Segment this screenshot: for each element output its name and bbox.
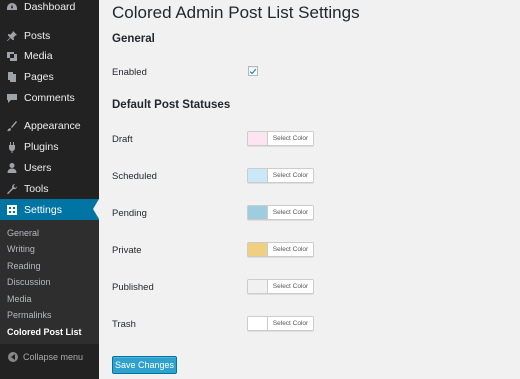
sidebar-item-label: Media [24,50,53,62]
status-label-scheduled: Scheduled [112,171,157,182]
settings-submenu: General Writing Reading Discussion Media… [0,220,99,344]
settings-page: Colored Admin Post List Settings General… [99,0,520,379]
select-color-button[interactable]: Select Color [268,317,313,330]
color-swatch[interactable] [248,206,268,219]
pages-icon [6,71,18,83]
status-label-draft: Draft [112,134,133,145]
sidebar-item-label: Tools [24,183,49,195]
submenu-item-general[interactable]: General [7,228,39,238]
sidebar-item-users[interactable]: Users [0,158,99,178]
user-icon [6,162,18,174]
color-swatch[interactable] [248,243,268,256]
sidebar-item-dashboard[interactable]: Dashboard [0,0,99,17]
sidebar-item-label: Users [24,162,52,174]
color-picker-scheduled[interactable]: Select Color [247,168,314,183]
plug-icon [6,141,18,153]
page-title: Colored Admin Post List Settings [112,3,360,22]
select-color-button[interactable]: Select Color [268,206,313,219]
general-section-title: General [112,33,155,45]
save-changes-button[interactable]: Save Changes [112,356,177,374]
color-picker-trash[interactable]: Select Color [247,316,314,331]
sidebar-item-pages[interactable]: Pages [0,67,99,87]
status-label-trash: Trash [112,319,136,330]
settings-icon [6,204,18,216]
status-label-private: Private [112,245,142,256]
dashboard-icon [6,1,18,13]
submenu-item-colored-post-list[interactable]: Colored Post List [7,327,82,337]
collapse-menu-button[interactable]: Collapse menu [0,349,99,365]
pin-icon [6,30,18,42]
color-picker-pending[interactable]: Select Color [247,205,314,220]
sidebar-item-label: Comments [24,92,75,104]
submenu-item-permalinks[interactable]: Permalinks [7,310,52,320]
select-color-button[interactable]: Select Color [268,280,313,293]
admin-sidebar: Dashboard Posts Media Pages Comments App… [0,0,99,379]
submenu-item-discussion[interactable]: Discussion [7,277,51,287]
sidebar-item-label: Settings [24,203,62,216]
sidebar-item-label: Plugins [24,141,59,153]
color-picker-private[interactable]: Select Color [247,242,314,257]
checkmark-icon [249,68,257,74]
select-color-button[interactable]: Select Color [268,132,313,145]
collapse-menu-label: Collapse menu [23,352,84,362]
media-icon [6,50,18,62]
sidebar-item-appearance[interactable]: Appearance [0,116,99,136]
status-label-published: Published [112,282,154,293]
submenu-item-media[interactable]: Media [7,294,32,304]
color-picker-published[interactable]: Select Color [247,279,314,294]
sidebar-item-label: Posts [24,30,51,42]
comment-icon [6,92,18,104]
sidebar-item-label: Appearance [24,120,81,132]
select-color-button[interactable]: Select Color [268,243,313,256]
sidebar-item-comments[interactable]: Comments [0,88,99,108]
select-color-button[interactable]: Select Color [268,169,313,182]
status-label-pending: Pending [112,208,147,219]
submenu-item-writing[interactable]: Writing [7,244,35,254]
sidebar-item-posts[interactable]: Posts [0,26,99,46]
sidebar-item-label: Dashboard [24,1,76,13]
sidebar-item-media[interactable]: Media [0,46,99,66]
sidebar-item-settings[interactable]: Settings [0,199,99,220]
color-swatch[interactable] [248,280,268,293]
brush-icon [6,120,18,132]
enabled-checkbox[interactable] [248,66,258,76]
statuses-section-title: Default Post Statuses [112,99,231,111]
color-swatch[interactable] [248,169,268,182]
sidebar-item-plugins[interactable]: Plugins [0,137,99,157]
color-swatch[interactable] [248,317,268,330]
submenu-item-reading[interactable]: Reading [7,261,41,271]
wrench-icon [6,183,18,195]
collapse-arrow-icon [8,352,18,362]
color-swatch[interactable] [248,132,268,145]
color-picker-draft[interactable]: Select Color [247,131,314,146]
sidebar-item-tools[interactable]: Tools [0,179,99,199]
sidebar-item-label: Pages [24,71,54,83]
enabled-label: Enabled [112,67,147,78]
